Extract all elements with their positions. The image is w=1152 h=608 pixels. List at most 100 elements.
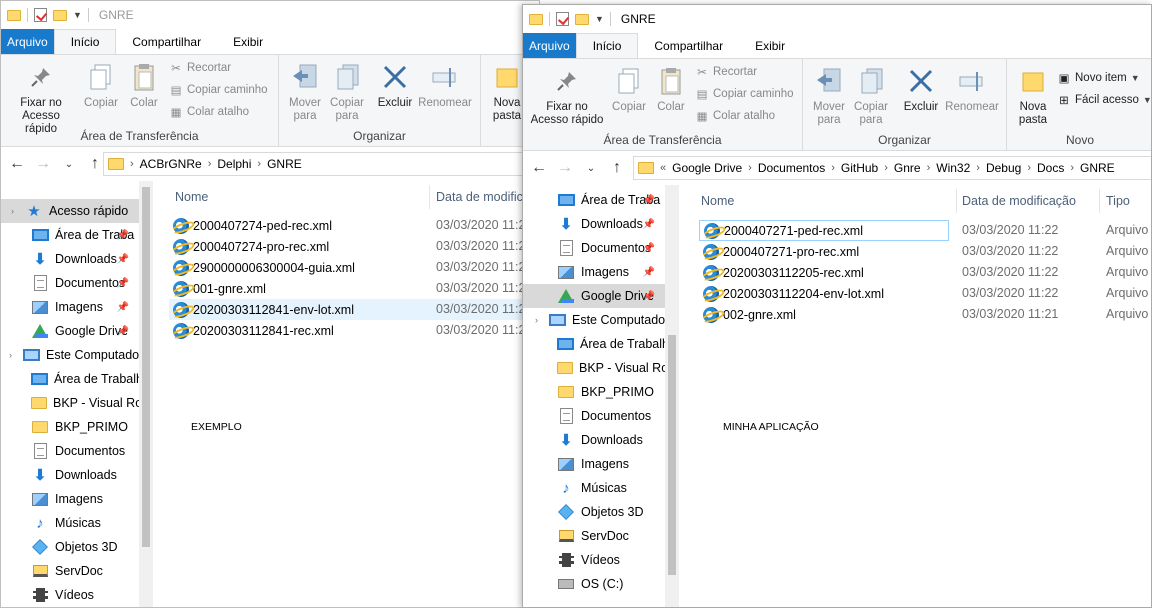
delete-button[interactable]: Excluir xyxy=(375,61,415,110)
nav-item[interactable]: ⬇ Downloads xyxy=(1,463,139,487)
new-folder-button[interactable]: Nova pasta xyxy=(487,61,527,123)
nav-item[interactable]: Documentos 📌 xyxy=(1,271,139,295)
forward-arrow-icon[interactable]: → xyxy=(35,155,51,173)
tab-compartilhar[interactable]: Compartilhar xyxy=(116,29,217,54)
copy-path-button[interactable]: ▤ Copiar caminho xyxy=(169,83,268,97)
column-divider[interactable] xyxy=(429,185,430,209)
file-row[interactable]: 002-gnre.xml xyxy=(699,304,949,325)
paste-button[interactable]: Colar xyxy=(125,61,163,110)
nav-item[interactable]: BKP - Visual Rod xyxy=(523,356,665,380)
paste-shortcut-button[interactable]: ▦ Colar atalho xyxy=(695,109,775,123)
breadcrumb-item[interactable]: Docs xyxy=(1037,161,1064,175)
copy-button[interactable]: Copiar xyxy=(609,65,649,114)
up-arrow-icon[interactable]: ↑ xyxy=(609,159,625,177)
back-arrow-icon[interactable]: ← xyxy=(9,155,25,173)
paste-shortcut-button[interactable]: ▦ Colar atalho xyxy=(169,105,249,119)
nav-item[interactable]: Documentos 📌 xyxy=(523,236,665,260)
column-header-type[interactable]: Tipo xyxy=(1106,189,1130,213)
breadcrumb-item[interactable]: Google Drive xyxy=(672,161,742,175)
breadcrumb-item[interactable]: Documentos xyxy=(758,161,825,175)
breadcrumb-item[interactable]: Delphi xyxy=(217,157,251,171)
nav-item[interactable]: Vídeos xyxy=(1,583,139,607)
copy-button[interactable]: Copiar xyxy=(81,61,121,110)
nav-item[interactable]: › ★ Acesso rápido xyxy=(1,199,139,223)
tab-arquivo[interactable]: Arquivo xyxy=(523,33,576,58)
properties-icon[interactable] xyxy=(556,12,569,26)
file-row[interactable]: 20200303112205-rec.xml xyxy=(699,262,949,283)
pin-quick-access-button[interactable]: Fixar no Acesso rápido xyxy=(5,61,77,136)
nav-item[interactable]: Vídeos xyxy=(523,548,665,572)
nav-item[interactable]: ♪ Músicas xyxy=(1,511,139,535)
column-divider[interactable] xyxy=(956,189,957,213)
address-bar[interactable]: › ACBrGNRe › Delphi › GNRE xyxy=(103,152,539,176)
nav-item[interactable]: ServDoc xyxy=(1,559,139,583)
nav-item[interactable]: › Este Computador xyxy=(1,343,139,367)
expand-chevron-icon[interactable]: › xyxy=(11,206,14,216)
nav-item[interactable]: Documentos xyxy=(523,404,665,428)
forward-arrow-icon[interactable]: → xyxy=(557,159,573,177)
nav-item[interactable]: Objetos 3D xyxy=(1,535,139,559)
breadcrumb-item[interactable]: Win32 xyxy=(936,161,970,175)
nav-scrollbar-thumb[interactable] xyxy=(668,335,676,575)
chevron-down-icon[interactable]: ▼ xyxy=(73,10,82,20)
nav-item[interactable]: Google Drive 📌 xyxy=(523,284,665,308)
nav-item[interactable]: › Este Computador xyxy=(523,308,665,332)
tab-exibir[interactable]: Exibir xyxy=(739,33,801,58)
new-folder-icon[interactable] xyxy=(575,13,589,25)
move-to-button[interactable]: Mover para xyxy=(809,65,849,127)
cut-button[interactable]: ✂ Recortar xyxy=(695,65,757,79)
quick-access-folder-icon[interactable] xyxy=(529,13,543,25)
nav-item[interactable]: BKP - Visual Rod xyxy=(1,391,139,415)
nav-item[interactable]: Imagens 📌 xyxy=(1,295,139,319)
nav-item[interactable]: BKP_PRIMO xyxy=(523,380,665,404)
cut-button[interactable]: ✂ Recortar xyxy=(169,61,231,75)
chevron-down-icon[interactable]: ▼ xyxy=(595,14,604,24)
new-item-button[interactable]: ▣ Novo item ▼ xyxy=(1057,71,1140,85)
expand-chevron-icon[interactable]: › xyxy=(9,350,12,360)
copy-to-button[interactable]: Copiar para xyxy=(851,65,891,127)
back-arrow-icon[interactable]: ← xyxy=(531,159,547,177)
nav-item[interactable]: Imagens xyxy=(1,487,139,511)
easy-access-button[interactable]: ⊞ Fácil acesso ▼ xyxy=(1057,93,1151,107)
nav-item[interactable]: Área de Traba 📌 xyxy=(523,188,665,212)
nav-item[interactable]: ⬇ Downloads xyxy=(523,428,665,452)
breadcrumb-item[interactable]: GNRE xyxy=(267,157,302,171)
delete-button[interactable]: Excluir xyxy=(901,65,941,114)
paste-button[interactable]: Colar xyxy=(651,65,691,114)
tab-inicio[interactable]: Início xyxy=(53,29,117,54)
up-arrow-icon[interactable]: ↑ xyxy=(87,155,103,173)
new-folder-button[interactable]: Nova pasta xyxy=(1015,65,1051,127)
nav-item[interactable]: ⬇ Downloads 📌 xyxy=(523,212,665,236)
copy-to-button[interactable]: Copiar para xyxy=(327,61,367,123)
nav-scrollbar[interactable] xyxy=(139,181,153,607)
tab-inicio[interactable]: Início xyxy=(575,33,639,58)
nav-scrollbar-thumb[interactable] xyxy=(142,187,150,547)
breadcrumb-item[interactable]: GNRE xyxy=(1080,161,1115,175)
move-to-button[interactable]: Mover para xyxy=(285,61,325,123)
file-row[interactable]: 2000407271-pro-rec.xml xyxy=(699,241,949,262)
nav-item[interactable]: Imagens xyxy=(523,452,665,476)
rename-button[interactable]: Renomear xyxy=(943,65,1001,114)
recent-chevron-icon[interactable]: ⌄ xyxy=(61,159,77,170)
nav-item[interactable]: Google Drive 📌 xyxy=(1,319,139,343)
column-header-date[interactable]: Data de modificação xyxy=(962,189,1076,213)
breadcrumb-item[interactable]: GitHub xyxy=(841,161,878,175)
nav-scrollbar[interactable] xyxy=(665,185,679,607)
tab-exibir[interactable]: Exibir xyxy=(217,29,279,54)
column-header-date[interactable]: Data de modifica xyxy=(436,185,530,209)
recent-chevron-icon[interactable]: ⌄ xyxy=(583,163,599,174)
column-header-name[interactable]: Nome xyxy=(175,185,208,209)
address-bar[interactable]: « Google Drive › Documentos › GitHub › G… xyxy=(633,156,1151,180)
breadcrumb-overflow[interactable]: « xyxy=(660,162,666,174)
quick-access-folder-icon[interactable] xyxy=(7,9,21,21)
rename-button[interactable]: Renomear xyxy=(417,61,473,110)
file-row[interactable]: 2000407271-ped-rec.xml xyxy=(699,220,949,241)
nav-item[interactable]: OS (C:) xyxy=(523,572,665,596)
tab-compartilhar[interactable]: Compartilhar xyxy=(638,33,739,58)
nav-item[interactable]: ♪ Músicas xyxy=(523,476,665,500)
nav-item[interactable]: BKP_PRIMO xyxy=(1,415,139,439)
column-header-name[interactable]: Nome xyxy=(701,189,734,213)
nav-item[interactable]: Objetos 3D xyxy=(523,500,665,524)
breadcrumb-item[interactable]: Gnre xyxy=(894,161,921,175)
column-divider[interactable] xyxy=(1099,189,1100,213)
